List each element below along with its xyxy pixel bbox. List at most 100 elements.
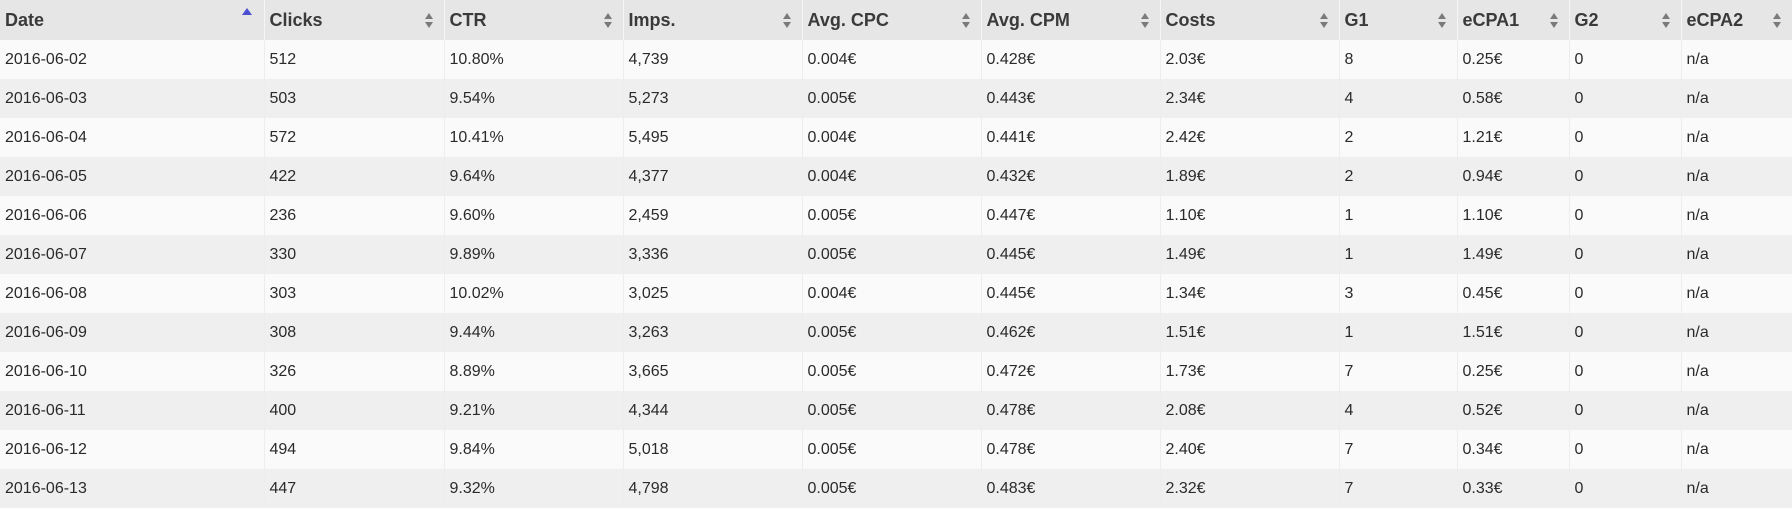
cell-ecpa1: 0.94€ xyxy=(1457,157,1570,196)
cell-costs: 2.03€ xyxy=(1160,40,1340,79)
column-header-clicks[interactable]: Clicks xyxy=(264,0,445,40)
cell-clicks: 512 xyxy=(264,40,445,79)
sort-icon[interactable] xyxy=(424,10,434,30)
cell-date: 2016-06-11 xyxy=(0,391,265,430)
cell-g1: 8 xyxy=(1339,40,1458,79)
column-header-ecpa2[interactable]: eCPA2 xyxy=(1681,0,1792,40)
cell-ctr: 10.02% xyxy=(444,274,624,313)
cell-g2: 0 xyxy=(1569,313,1682,352)
cell-ctr: 9.60% xyxy=(444,196,624,235)
sort-icon[interactable] xyxy=(1319,10,1329,30)
cell-ctr: 9.64% xyxy=(444,157,624,196)
cell-ecpa1: 0.25€ xyxy=(1457,40,1570,79)
cell-g2: 0 xyxy=(1569,274,1682,313)
cell-imps: 4,798 xyxy=(623,469,803,508)
cell-avg-cpm: 0.445€ xyxy=(981,235,1161,274)
cell-date: 2016-06-10 xyxy=(0,352,265,391)
column-header-avg-cpm[interactable]: Avg. CPM xyxy=(981,0,1161,40)
table-row: 2016-06-12 494 9.84% 5,018 0.005€ 0.478€ 2.40€… xyxy=(0,430,1792,469)
cell-clicks: 326 xyxy=(264,352,445,391)
cell-ctr: 10.80% xyxy=(444,40,624,79)
cell-avg-cpc: 0.005€ xyxy=(802,391,982,430)
column-header-label: CTR xyxy=(449,9,487,30)
cell-costs: 2.34€ xyxy=(1160,79,1340,118)
cell-imps: 4,344 xyxy=(623,391,803,430)
column-header-label: Avg. CPM xyxy=(986,9,1070,30)
cell-g1: 7 xyxy=(1339,352,1458,391)
cell-ecpa1: 0.58€ xyxy=(1457,79,1570,118)
cell-ecpa2: n/a xyxy=(1681,235,1792,274)
cell-costs: 1.34€ xyxy=(1160,274,1340,313)
table-row: 2016-06-03 503 9.54% 5,273 0.005€ 0.443€ 2.34€… xyxy=(0,79,1792,118)
cell-avg-cpm: 0.428€ xyxy=(981,40,1161,79)
cell-g1: 7 xyxy=(1339,469,1458,508)
sort-icon[interactable] xyxy=(1661,10,1671,30)
cell-costs: 1.49€ xyxy=(1160,235,1340,274)
column-header-label: eCPA2 xyxy=(1686,9,1744,30)
cell-date: 2016-06-04 xyxy=(0,118,265,157)
cell-ecpa1: 0.25€ xyxy=(1457,352,1570,391)
column-header-label: Imps. xyxy=(628,9,676,30)
cell-date: 2016-06-09 xyxy=(0,313,265,352)
cell-ctr: 9.84% xyxy=(444,430,624,469)
cell-ecpa2: n/a xyxy=(1681,391,1792,430)
column-header-label: Clicks xyxy=(269,9,323,30)
cell-avg-cpm: 0.478€ xyxy=(981,430,1161,469)
cell-avg-cpc: 0.005€ xyxy=(802,235,982,274)
report-table-container: Date Clicks CTR Imps. Avg. CPC Avg. CPM … xyxy=(0,0,1792,519)
cell-g1: 1 xyxy=(1339,196,1458,235)
cell-clicks: 236 xyxy=(264,196,445,235)
column-header-label: Date xyxy=(5,9,45,30)
cell-avg-cpm: 0.445€ xyxy=(981,274,1161,313)
table-row: 2016-06-13 447 9.32% 4,798 0.005€ 0.483€ 2.32€… xyxy=(0,469,1792,508)
cell-avg-cpm: 0.472€ xyxy=(981,352,1161,391)
sort-icon[interactable] xyxy=(961,10,971,30)
cell-g2: 0 xyxy=(1569,235,1682,274)
sort-icon[interactable] xyxy=(603,10,613,30)
cell-g1: 2 xyxy=(1339,118,1458,157)
cell-g2: 0 xyxy=(1569,352,1682,391)
cell-imps: 5,495 xyxy=(623,118,803,157)
cell-ctr: 9.21% xyxy=(444,391,624,430)
column-header-label: eCPA1 xyxy=(1462,9,1520,30)
cell-imps: 4,377 xyxy=(623,157,803,196)
column-header-g2[interactable]: G2 xyxy=(1569,0,1682,40)
column-header-date[interactable]: Date xyxy=(0,0,265,40)
column-header-imps[interactable]: Imps. xyxy=(623,0,803,40)
sort-icon[interactable] xyxy=(1549,10,1559,30)
cell-avg-cpc: 0.004€ xyxy=(802,40,982,79)
cell-costs: 2.40€ xyxy=(1160,430,1340,469)
cell-avg-cpc: 0.004€ xyxy=(802,118,982,157)
column-header-ctr[interactable]: CTR xyxy=(444,0,624,40)
cell-ecpa2: n/a xyxy=(1681,313,1792,352)
cell-g2: 0 xyxy=(1569,40,1682,79)
column-header-avg-cpc[interactable]: Avg. CPC xyxy=(802,0,982,40)
column-header-costs[interactable]: Costs xyxy=(1160,0,1340,40)
sort-icon[interactable] xyxy=(1140,10,1150,30)
cell-date: 2016-06-12 xyxy=(0,430,265,469)
cell-avg-cpc: 0.004€ xyxy=(802,157,982,196)
cell-ctr: 10.41% xyxy=(444,118,624,157)
cell-g2: 0 xyxy=(1569,196,1682,235)
cell-imps: 2,459 xyxy=(623,196,803,235)
column-header-ecpa1[interactable]: eCPA1 xyxy=(1457,0,1570,40)
sort-icon[interactable] xyxy=(1437,10,1447,30)
column-header-label: Avg. CPC xyxy=(807,9,889,30)
sort-icon[interactable] xyxy=(782,10,792,30)
cell-ecpa1: 1.51€ xyxy=(1457,313,1570,352)
table-row: 2016-06-11 400 9.21% 4,344 0.005€ 0.478€ 2.08€… xyxy=(0,391,1792,430)
cell-avg-cpm: 0.441€ xyxy=(981,118,1161,157)
column-header-label: G1 xyxy=(1344,9,1369,30)
sort-ascending-icon[interactable] xyxy=(241,8,252,15)
cell-ctr: 9.89% xyxy=(444,235,624,274)
cell-avg-cpc: 0.005€ xyxy=(802,469,982,508)
cell-g2: 0 xyxy=(1569,391,1682,430)
cell-costs: 1.51€ xyxy=(1160,313,1340,352)
cell-g2: 0 xyxy=(1569,430,1682,469)
column-header-g1[interactable]: G1 xyxy=(1339,0,1458,40)
sort-icon[interactable] xyxy=(1772,10,1782,30)
cell-costs: 1.73€ xyxy=(1160,352,1340,391)
cell-date: 2016-06-05 xyxy=(0,157,265,196)
cell-g2: 0 xyxy=(1569,469,1682,508)
column-header-label: G2 xyxy=(1574,9,1599,30)
